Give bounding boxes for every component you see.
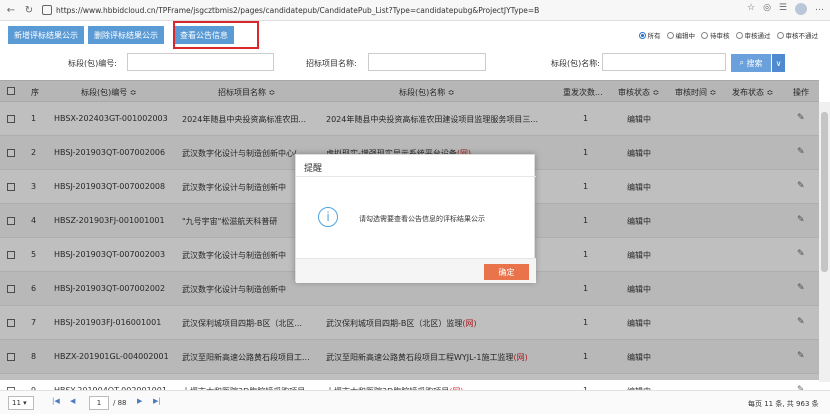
table-scrollbar[interactable] <box>819 102 830 382</box>
pagination-bar: 11 ▾ |◀ ◀ 1 / 88 ▶ ▶| 每页 11 条, 共 963 条 <box>0 390 830 414</box>
radio-label: 审核通过 <box>744 32 771 40</box>
radio-all[interactable]: 所有 <box>638 30 661 40</box>
filter-bar: 标段(包)编号: 招标项目名称: 标段(包)名称: <box>0 50 830 74</box>
pager-summary: 每页 11 条, 共 963 条 <box>748 400 819 408</box>
radio-editing[interactable]: 编辑中 <box>666 30 696 40</box>
search-button[interactable]: ⌕ 搜索 <box>731 54 771 72</box>
radio-circle <box>666 31 674 39</box>
radio-label: 所有 <box>647 32 661 40</box>
package-no-label: 标段(包)编号: <box>68 59 117 68</box>
refresh-icon[interactable]: ↻ <box>22 3 36 17</box>
radio-pending[interactable]: 待审核 <box>701 30 730 40</box>
next-page-icon[interactable]: ▶ <box>137 397 142 405</box>
package-no-input[interactable] <box>127 53 274 71</box>
radio-rejected[interactable]: 审核不通过 <box>776 30 819 40</box>
alert-dialog: 提醒 × i 请勾选需要查看公告信息的评标结果公示 确定 <box>295 154 536 283</box>
scrollbar-thumb[interactable] <box>821 112 828 272</box>
favorites-list-icon[interactable]: ☰ <box>779 3 787 15</box>
package-name-label: 标段(包)名称: <box>551 59 600 68</box>
dialog-footer: 确定 <box>296 258 536 283</box>
highlight-box <box>173 21 259 49</box>
page-size-select[interactable]: 11 ▾ <box>8 396 34 410</box>
radio-circle <box>701 31 708 39</box>
project-name-input[interactable] <box>368 53 486 71</box>
browser-address-bar: ← ↻ https://www.hbbidcloud.cn/TPFrame/js… <box>0 0 830 21</box>
page-size-value: 11 <box>12 399 21 407</box>
back-icon[interactable]: ← <box>4 3 18 17</box>
first-page-icon[interactable]: |◀ <box>52 397 60 405</box>
chevron-down-icon: ∨ <box>775 58 782 68</box>
url-field[interactable]: https://www.hbbidcloud.cn/TPFrame/jsgczt… <box>42 3 539 18</box>
delete-result-button[interactable]: 删除评标结果公示 <box>88 26 164 44</box>
radio-approved[interactable]: 审核通过 <box>735 30 771 40</box>
radio-circle <box>638 31 646 39</box>
page-number-input[interactable]: 1 <box>89 396 109 410</box>
radio-circle <box>735 31 743 39</box>
dialog-header: 提醒 × <box>296 155 536 177</box>
dialog-message: 请勾选需要查看公告信息的评标结果公示 <box>359 215 485 223</box>
extension-icon[interactable]: ◎ <box>763 3 771 15</box>
prev-page-icon[interactable]: ◀ <box>70 397 75 405</box>
browser-actions: ☆ ◎ ☰ … <box>747 3 824 15</box>
url-text: https://www.hbbidcloud.cn/TPFrame/jsgczt… <box>56 5 540 15</box>
favorite-icon[interactable]: ☆ <box>747 3 755 15</box>
search-icon: ⌕ <box>739 58 744 67</box>
radio-label: 审核不通过 <box>785 32 819 40</box>
radio-label: 编辑中 <box>675 32 696 40</box>
search-label: 搜索 <box>746 58 763 68</box>
add-result-button[interactable]: 新增评标结果公示 <box>8 26 84 44</box>
info-icon: i <box>318 207 338 227</box>
close-icon[interactable]: × <box>304 161 526 171</box>
total-pages: / 88 <box>113 399 127 407</box>
ok-button[interactable]: 确定 <box>484 264 529 280</box>
search-dropdown-toggle[interactable]: ∨ <box>771 54 785 72</box>
status-radio-group: 所有 编辑中 待审核 审核通过 审核不通过 <box>638 30 819 40</box>
avatar[interactable] <box>795 3 807 15</box>
radio-label: 待审核 <box>710 32 730 40</box>
radio-circle <box>776 31 784 39</box>
project-name-label: 招标项目名称: <box>306 59 357 68</box>
more-icon[interactable]: … <box>815 3 824 15</box>
package-name-input[interactable] <box>602 53 726 71</box>
lock-icon <box>42 5 52 15</box>
last-page-icon[interactable]: ▶| <box>153 397 161 405</box>
